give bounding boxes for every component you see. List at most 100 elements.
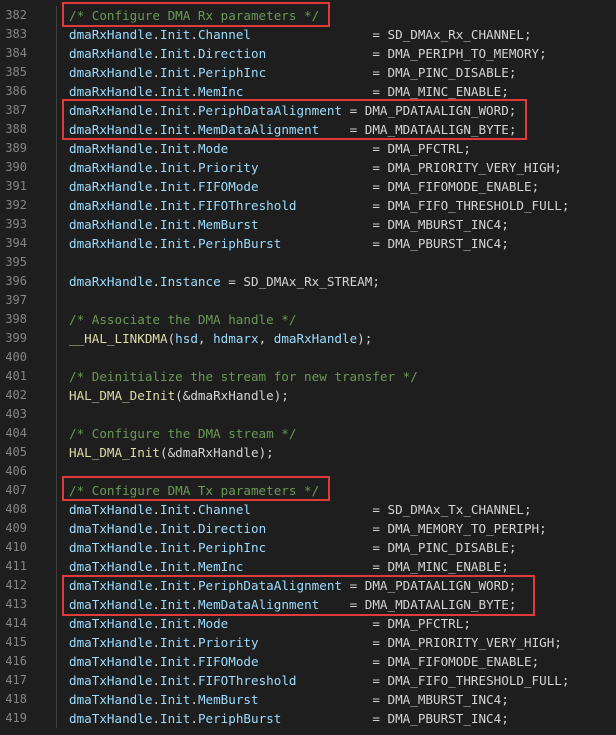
line-number: 388 [5, 122, 27, 136]
indent-guide [56, 405, 57, 424]
code-line[interactable]: 400 [0, 348, 616, 367]
code-line[interactable]: 408 dmaTxHandle.Init.Channel = SD_DMAx_Tx… [0, 500, 616, 519]
code-token: MemBurst [197, 217, 259, 232]
line-number: 410 [5, 540, 27, 554]
code-line[interactable]: 398 /* Associate the DMA handle */ [0, 310, 616, 329]
code-line[interactable]: 391 dmaRxHandle.Init.FIFOMode = DMA_FIFOM… [0, 177, 616, 196]
code-line[interactable]: 419 dmaTxHandle.Init.PeriphBurst = DMA_PB… [0, 709, 616, 728]
code-token: dmaRxHandle [69, 274, 153, 289]
code-token: dmaTxHandle [69, 692, 153, 707]
code-line[interactable]: 406 [0, 462, 616, 481]
code-line[interactable]: 388 dmaRxHandle.Init.MemDataAlignment = D… [0, 120, 616, 139]
code-token: hsd [175, 331, 198, 346]
code-line[interactable]: 418 dmaTxHandle.Init.MemBurst = DMA_MBURS… [0, 690, 616, 709]
code-token: = SD_DMAx_Rx_CHANNEL; [251, 27, 532, 42]
code-line[interactable]: 399 __HAL_LINKDMA(hsd, hdmarx, dmaRxHandl… [0, 329, 616, 348]
code-line[interactable]: 410 dmaTxHandle.Init.PeriphInc = DMA_PINC… [0, 538, 616, 557]
code-line[interactable]: 392 dmaRxHandle.Init.FIFOThreshold = DMA_… [0, 196, 616, 215]
code-line[interactable]: 402 HAL_DMA_DeInit(&dmaRxHandle); [0, 386, 616, 405]
line-number: 406 [5, 464, 27, 478]
code-token: . [152, 217, 160, 232]
code-token: = DMA_MINC_ENABLE; [243, 559, 509, 574]
line-number: 394 [5, 236, 27, 250]
code-token: Init [160, 578, 191, 593]
code-line[interactable]: 412 dmaTxHandle.Init.PeriphDataAlignment … [0, 576, 616, 595]
code-line[interactable]: 409 dmaTxHandle.Init.Direction = DMA_MEMO… [0, 519, 616, 538]
code-token: = DMA_MDATAALIGN_BYTE; [319, 597, 517, 612]
code-line[interactable]: 382 /* Configure DMA Rx parameters */ [0, 6, 616, 25]
code-line[interactable]: 383 dmaRxHandle.Init.Channel = SD_DMAx_Rx… [0, 25, 616, 44]
line-number: 386 [5, 84, 27, 98]
code-line[interactable]: 395 [0, 253, 616, 272]
code-token: Init [160, 635, 191, 650]
code-token: . [190, 198, 198, 213]
code-text: HAL_DMA_Init(&dmaRxHandle); [69, 443, 274, 462]
indent-guide [56, 291, 57, 310]
code-line[interactable]: 389 dmaRxHandle.Init.Mode = DMA_PFCTRL; [0, 139, 616, 158]
line-number: 382 [5, 8, 27, 22]
line-number: 411 [5, 559, 27, 573]
code-line[interactable]: 404 /* Configure the DMA stream */ [0, 424, 616, 443]
line-number: 416 [5, 654, 27, 668]
code-line[interactable]: 385 dmaRxHandle.Init.PeriphInc = DMA_PINC… [0, 63, 616, 82]
code-token: . [190, 141, 198, 156]
code-token: hdmarx [213, 331, 259, 346]
code-token: Init [160, 711, 191, 726]
line-number: 385 [5, 65, 27, 79]
line-number: 414 [5, 616, 27, 630]
code-token: . [190, 597, 198, 612]
code-token: HAL_DMA_DeInit [69, 388, 176, 403]
code-line[interactable]: 405 HAL_DMA_Init(&dmaRxHandle); [0, 443, 616, 462]
code-line[interactable]: 397 [0, 291, 616, 310]
code-line[interactable]: 387 dmaRxHandle.Init.PeriphDataAlignment … [0, 101, 616, 120]
code-token: = DMA_FIFOMODE_ENABLE; [258, 179, 540, 194]
code-line[interactable]: 403 [0, 405, 616, 424]
code-line[interactable]: 407 /* Configure DMA Tx parameters */ [0, 481, 616, 500]
code-token: dmaTxHandle [69, 654, 153, 669]
code-line[interactable]: 411 dmaTxHandle.Init.MemInc = DMA_MINC_EN… [0, 557, 616, 576]
code-token: Direction [197, 521, 267, 536]
code-token: = DMA_MBURST_INC4; [258, 217, 509, 232]
code-token: Init [160, 27, 191, 42]
code-token: , [197, 331, 214, 346]
code-line[interactable]: 396 dmaRxHandle.Instance = SD_DMAx_Rx_STR… [0, 272, 616, 291]
code-line[interactable]: 386 dmaRxHandle.Init.MemInc = DMA_MINC_EN… [0, 82, 616, 101]
code-line[interactable]: 390 dmaRxHandle.Init.Priority = DMA_PRIOR… [0, 158, 616, 177]
code-token: Init [160, 521, 191, 536]
indent-guide [56, 595, 57, 614]
code-token: . [190, 236, 198, 251]
code-token: . [190, 521, 198, 536]
code-token: . [152, 103, 160, 118]
code-token: Init [160, 597, 191, 612]
code-token: dmaRxHandle [273, 331, 358, 346]
code-token: . [190, 673, 198, 688]
code-line[interactable]: 384 dmaRxHandle.Init.Direction = DMA_PERI… [0, 44, 616, 63]
code-line[interactable]: 416 dmaTxHandle.Init.FIFOMode = DMA_FIFOM… [0, 652, 616, 671]
code-text: dmaTxHandle.Init.Direction = DMA_MEMORY_… [69, 519, 547, 538]
code-line[interactable]: 415 dmaTxHandle.Init.Priority = DMA_PRIOR… [0, 633, 616, 652]
code-token: /* Configure the DMA stream */ [69, 426, 297, 441]
code-line[interactable]: 414 dmaTxHandle.Init.Mode = DMA_PFCTRL; [0, 614, 616, 633]
indent-guide [56, 6, 57, 25]
code-token: dmaRxHandle [69, 103, 153, 118]
code-editor[interactable]: 382 /* Configure DMA Rx parameters */ 383 d… [0, 0, 616, 735]
code-line[interactable]: 417 dmaTxHandle.Init.FIFOThreshold = DMA_… [0, 671, 616, 690]
indent-guide [56, 329, 57, 348]
code-token: Init [160, 103, 191, 118]
code-line[interactable]: 393 dmaRxHandle.Init.MemBurst = DMA_MBURS… [0, 215, 616, 234]
code-token: = DMA_FIFO_THRESHOLD_FULL; [296, 673, 570, 688]
code-line[interactable]: 401 /* Deinitialize the stream for new tr… [0, 367, 616, 386]
line-number: 402 [5, 388, 27, 402]
indent-guide [56, 538, 57, 557]
indent-guide [56, 272, 57, 291]
code-token: ); [357, 331, 373, 346]
indent-guide [56, 709, 57, 728]
code-token: . [152, 160, 160, 175]
code-line[interactable]: 413 dmaTxHandle.Init.MemDataAlignment = D… [0, 595, 616, 614]
code-token: Init [160, 65, 191, 80]
code-token: /* Associate the DMA handle */ [69, 312, 297, 327]
code-token: Channel [197, 27, 252, 42]
code-token: . [190, 711, 198, 726]
code-token: Init [160, 692, 191, 707]
code-line[interactable]: 394 dmaRxHandle.Init.PeriphBurst = DMA_PB… [0, 234, 616, 253]
